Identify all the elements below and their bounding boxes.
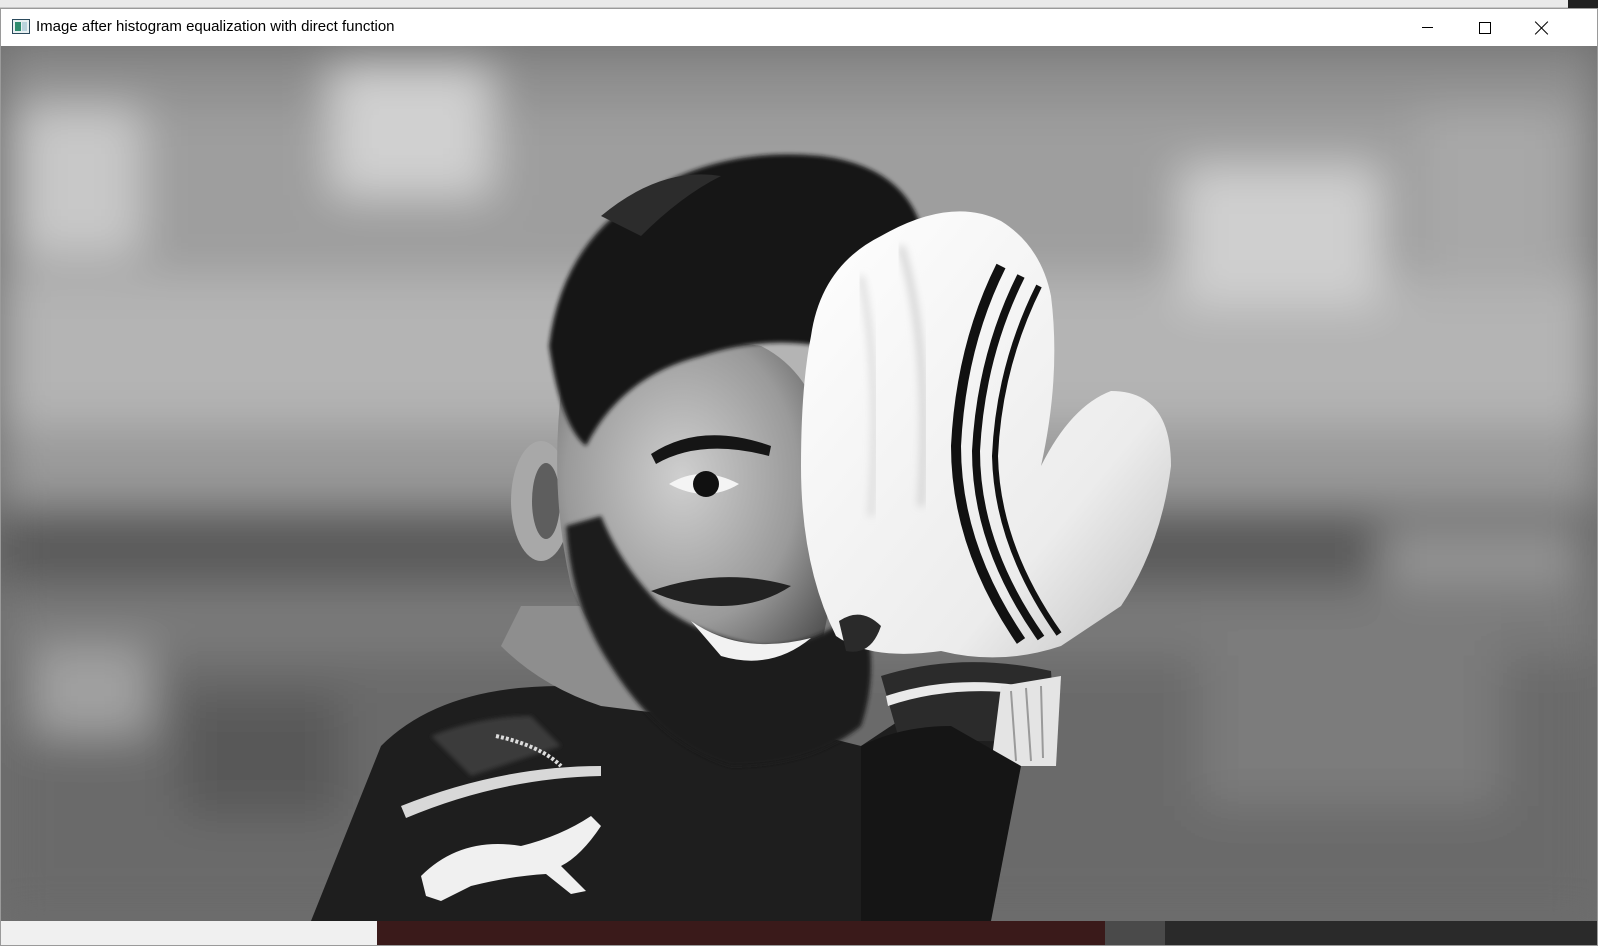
- background-window-edge: [0, 0, 1598, 8]
- taskbar-edge: [1, 921, 1597, 945]
- close-icon: [1535, 21, 1549, 35]
- maximize-button[interactable]: [1456, 9, 1513, 46]
- image-window: Image after histogram equalization with …: [0, 8, 1598, 946]
- grayscale-photo: [1, 46, 1597, 921]
- taskbar-segment: [1165, 921, 1597, 945]
- minimize-button[interactable]: [1399, 9, 1456, 46]
- minimize-icon: [1422, 27, 1433, 28]
- equalized-image: [1, 46, 1597, 921]
- close-button[interactable]: [1513, 9, 1570, 46]
- window-title: Image after histogram equalization with …: [36, 18, 395, 35]
- title-bar[interactable]: Image after histogram equalization with …: [1, 9, 1597, 46]
- maximize-icon: [1478, 21, 1491, 34]
- background-window-corner: [1568, 0, 1598, 8]
- taskbar-segment: [377, 921, 1105, 945]
- opencv-window-icon: [12, 19, 30, 34]
- taskbar-segment: [1105, 921, 1165, 945]
